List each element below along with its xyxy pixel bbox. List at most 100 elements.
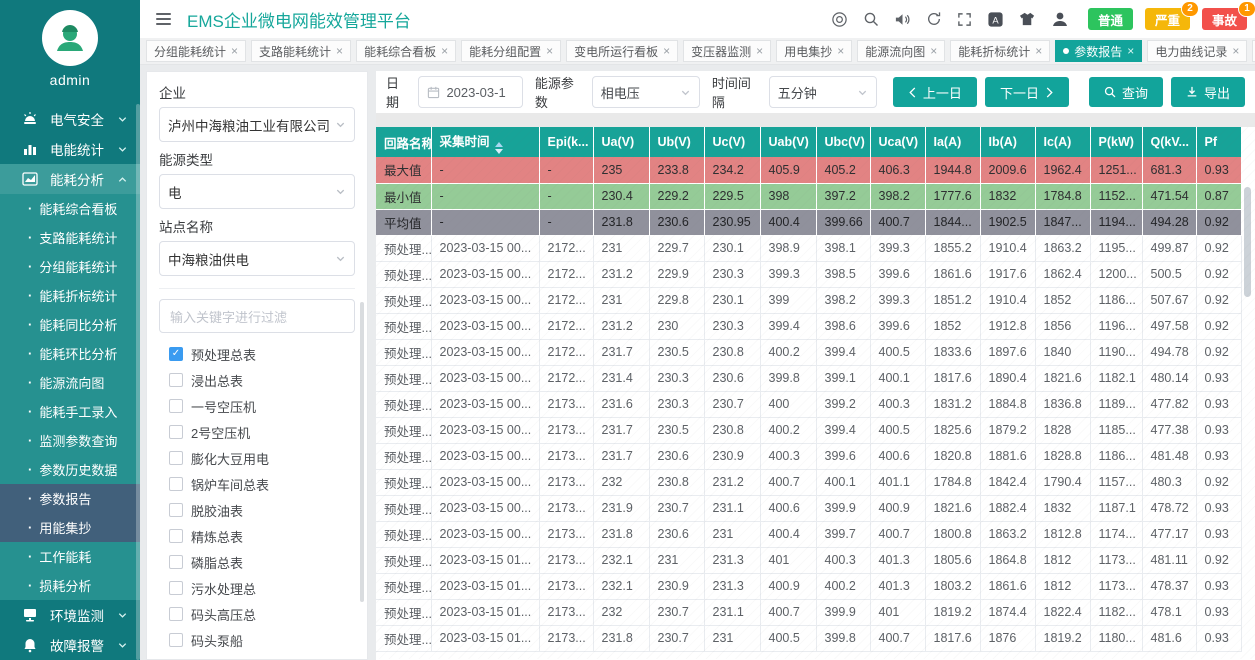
checkbox-unchecked[interactable]: [169, 425, 183, 439]
submenu-分组能耗统计[interactable]: ·分组能耗统计: [0, 252, 140, 281]
table-row[interactable]: 预处理...2023-03-15 00...2172...231.4230.32…: [376, 365, 1241, 391]
checkbox-unchecked[interactable]: [169, 581, 183, 595]
tab-close-icon[interactable]: ×: [1127, 44, 1134, 58]
energy-type-select[interactable]: 电: [159, 174, 355, 209]
col-采集时间[interactable]: 采集时间: [431, 127, 539, 157]
hamburger-menu-icon[interactable]: [152, 9, 175, 29]
table-row[interactable]: 预处理...2023-03-15 00...2173...231.9230.72…: [376, 495, 1241, 521]
search-icon[interactable]: [863, 11, 879, 27]
checkbox-unchecked[interactable]: [169, 399, 183, 413]
tab-变电所运行看板[interactable]: 变电所运行看板×: [566, 40, 678, 62]
circuit-item[interactable]: 膨化大豆用电: [159, 445, 355, 471]
circuit-item[interactable]: 码头门机: [159, 653, 355, 660]
circuit-item[interactable]: 脱胶油表: [159, 497, 355, 523]
table-row[interactable]: 预处理...2023-03-15 00...2173...231.6230.32…: [376, 391, 1241, 417]
table-row[interactable]: 预处理...2023-03-15 00...2173...231.8230.62…: [376, 521, 1241, 547]
sort-icon[interactable]: [495, 142, 503, 154]
circuit-item[interactable]: 磷脂总表: [159, 549, 355, 575]
table-row[interactable]: 预处理...2023-03-15 01...2173...232.1231231…: [376, 547, 1241, 573]
circuit-item[interactable]: 码头高压总: [159, 601, 355, 627]
table-row[interactable]: 预处理...2023-03-15 00...2172...231.7230.52…: [376, 339, 1241, 365]
menu-故障报警[interactable]: 故障报警: [0, 630, 140, 660]
station-select[interactable]: 中海粮油供电: [159, 241, 355, 276]
tab-close-icon[interactable]: ×: [1232, 44, 1239, 58]
circuit-item[interactable]: 污水处理总: [159, 575, 355, 601]
checkbox-unchecked[interactable]: [169, 477, 183, 491]
checkbox-unchecked[interactable]: [169, 607, 183, 621]
submenu-参数报告[interactable]: ·参数报告: [0, 484, 140, 513]
submenu-工作能耗[interactable]: ·工作能耗: [0, 542, 140, 571]
keyword-filter-input[interactable]: 输入关键字进行过滤: [159, 299, 355, 333]
tab-电力曲线记录[interactable]: 电力曲线记录×: [1147, 40, 1247, 62]
checkbox-unchecked[interactable]: [169, 633, 183, 647]
tab-close-icon[interactable]: ×: [231, 44, 238, 58]
summary-row-最小值[interactable]: 最小值--230.4229.2229.5398397.2398.21777.61…: [376, 183, 1241, 209]
alarm-badge-普通[interactable]: 普通: [1088, 8, 1133, 30]
emoji-icon[interactable]: [831, 11, 848, 28]
alarm-badge-严重[interactable]: 严重2: [1145, 8, 1190, 30]
menu-环境监测[interactable]: 环境监测: [0, 600, 140, 630]
interval-select[interactable]: 五分钟: [769, 76, 877, 108]
alarm-badge-事故[interactable]: 事故1: [1202, 8, 1247, 30]
table-row[interactable]: 预处理...2023-03-15 00...2172...231.2229.92…: [376, 261, 1241, 287]
checkbox-unchecked[interactable]: [169, 529, 183, 543]
menu-电气安全[interactable]: 电气安全: [0, 104, 140, 134]
submenu-能耗同比分析[interactable]: ·能耗同比分析: [0, 310, 140, 339]
table-row[interactable]: 预处理...2023-03-15 01...2173...232.1230.92…: [376, 573, 1241, 599]
tab-close-icon[interactable]: ×: [336, 44, 343, 58]
sort-desc-icon[interactable]: [495, 149, 503, 154]
submenu-损耗分析[interactable]: ·损耗分析: [0, 571, 140, 600]
sound-icon[interactable]: [894, 11, 911, 28]
table-row[interactable]: 预处理...2023-03-15 00...2173...231.7230.52…: [376, 417, 1241, 443]
query-button[interactable]: 查询: [1089, 77, 1163, 107]
circuit-list-scrollbar[interactable]: [360, 302, 364, 602]
checkbox-checked[interactable]: ✓: [169, 347, 183, 361]
submenu-参数历史数据[interactable]: ·参数历史数据: [0, 455, 140, 484]
circuit-item[interactable]: 精炼总表: [159, 523, 355, 549]
checkbox-unchecked[interactable]: [169, 451, 183, 465]
tab-能源流向图[interactable]: 能源流向图×: [857, 40, 945, 62]
tab-close-icon[interactable]: ×: [546, 44, 553, 58]
submenu-能耗环比分析[interactable]: ·能耗环比分析: [0, 339, 140, 368]
checkbox-unchecked[interactable]: [169, 503, 183, 517]
circuit-item[interactable]: 锅炉车间总表: [159, 471, 355, 497]
avatar[interactable]: [42, 10, 98, 66]
tab-close-icon[interactable]: ×: [756, 44, 763, 58]
prev-day-button[interactable]: 上一日: [893, 77, 977, 107]
font-size-icon[interactable]: A: [987, 11, 1004, 28]
fullscreen-icon[interactable]: [957, 12, 972, 27]
user-icon[interactable]: [1051, 10, 1069, 28]
circuit-item[interactable]: 一号空压机: [159, 393, 355, 419]
circuit-item[interactable]: 码头泵船: [159, 627, 355, 653]
sort-asc-icon[interactable]: [495, 142, 503, 147]
checkbox-unchecked[interactable]: [169, 373, 183, 387]
tab-支路能耗统计[interactable]: 支路能耗统计×: [251, 40, 351, 62]
export-button[interactable]: 导出: [1171, 77, 1245, 107]
date-input[interactable]: 2023-03-1: [418, 76, 522, 108]
tab-参数报告[interactable]: 参数报告×: [1055, 40, 1142, 62]
menu-电能统计[interactable]: 电能统计: [0, 134, 140, 164]
menu-能耗分析[interactable]: 能耗分析: [0, 164, 140, 194]
tab-能耗分组配置[interactable]: 能耗分组配置×: [461, 40, 561, 62]
tab-close-icon[interactable]: ×: [930, 44, 937, 58]
theme-icon[interactable]: [1019, 11, 1036, 28]
submenu-用能集抄[interactable]: ·用能集抄: [0, 513, 140, 542]
table-row[interactable]: 预处理...2023-03-15 00...2172...231.2230230…: [376, 313, 1241, 339]
tab-close-icon[interactable]: ×: [441, 44, 448, 58]
circuit-item[interactable]: ✓预处理总表: [159, 341, 355, 367]
tab-close-icon[interactable]: ×: [663, 44, 670, 58]
tab-能耗综合看板[interactable]: 能耗综合看板×: [356, 40, 456, 62]
submenu-监测参数查询[interactable]: ·监测参数查询: [0, 426, 140, 455]
company-select[interactable]: 泸州中海粮油工业有限公司: [159, 107, 355, 142]
table-row[interactable]: 预处理...2023-03-15 00...2173...232230.8231…: [376, 469, 1241, 495]
submenu-能耗手工录入[interactable]: ·能耗手工录入: [0, 397, 140, 426]
table-row[interactable]: 预处理...2023-03-15 01...2173...231.8230.72…: [376, 625, 1241, 651]
next-day-button[interactable]: 下一日: [985, 77, 1069, 107]
tab-变压器监测[interactable]: 变压器监测×: [683, 40, 771, 62]
table-row[interactable]: 预处理...2023-03-15 01...2173...232230.7231…: [376, 599, 1241, 625]
tab-能耗折标统计[interactable]: 能耗折标统计×: [950, 40, 1050, 62]
circuit-item[interactable]: 浸出总表: [159, 367, 355, 393]
tab-close-icon[interactable]: ×: [837, 44, 844, 58]
refresh-icon[interactable]: [926, 11, 942, 27]
tab-close-icon[interactable]: ×: [1035, 44, 1042, 58]
